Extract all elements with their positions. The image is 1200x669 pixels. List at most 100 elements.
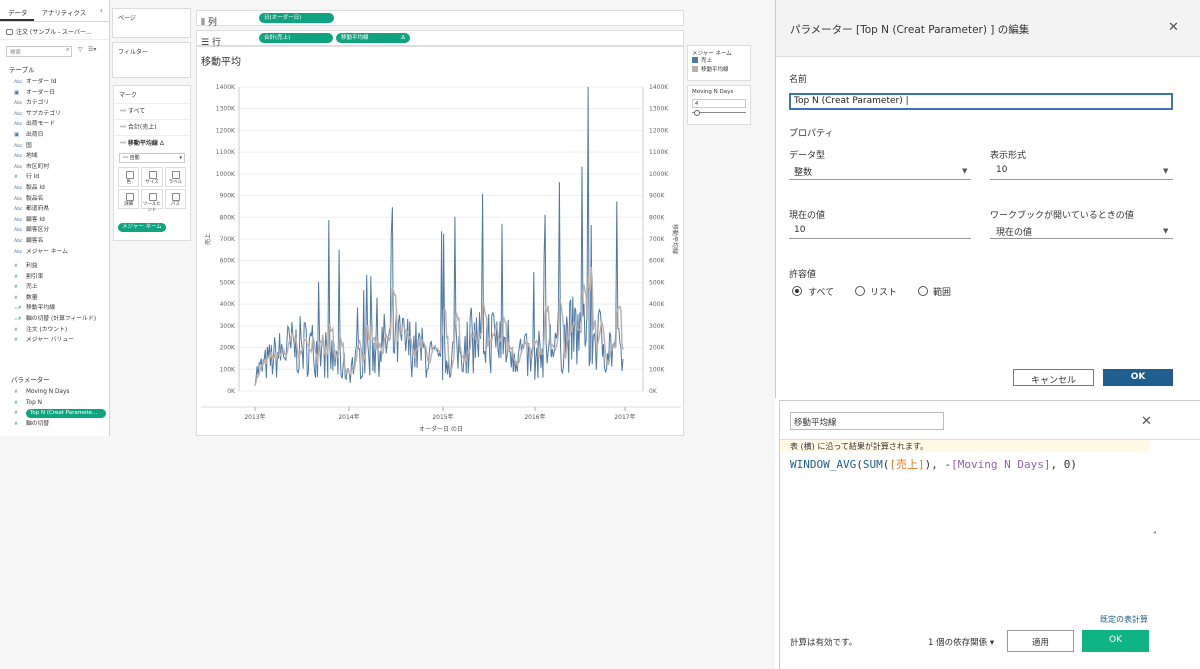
- field-item[interactable]: Abc サブカテゴリ: [0, 109, 109, 120]
- rows-shelf[interactable]: ☰ 行 合計(売上) 移動平均線 Δ: [196, 30, 684, 48]
- radio-list-label[interactable]: リスト: [870, 285, 897, 298]
- field-item[interactable]: Abc 地域: [0, 151, 109, 162]
- string-type-icon: Abc: [14, 196, 23, 202]
- chevron-down-icon[interactable]: ▼: [1163, 167, 1168, 175]
- field-item[interactable]: # 数量: [0, 293, 109, 304]
- field-item[interactable]: Abc 都道府県: [0, 204, 109, 215]
- y2-tick-label: 900K: [649, 193, 665, 200]
- radio-all-label[interactable]: すべて: [808, 285, 834, 298]
- line-chart[interactable]: 0K 0K 100K 100K 200K 200K 300K 300K 400K 400K 500K…: [197, 47, 685, 437]
- field-item[interactable]: Abc 顧客名: [0, 236, 109, 247]
- marks-all[interactable]: 〰 すべて: [114, 103, 190, 119]
- collapse-icon[interactable]: ‹: [100, 0, 109, 21]
- tab-data[interactable]: データ: [0, 0, 34, 21]
- field-item[interactable]: # 注文 (カウント): [0, 325, 109, 336]
- delta-icon: Δ: [401, 35, 405, 41]
- row-pill-sum-sales[interactable]: 合計(売上): [259, 33, 333, 43]
- formula-editor[interactable]: WINDOW_AVG(SUM([売上]), -[Moving N Days], …: [790, 456, 1077, 472]
- legend-item-sales[interactable]: 売上: [692, 57, 746, 66]
- calc-ok-button[interactable]: OK: [1082, 630, 1149, 652]
- x-tick-label: 2017年: [614, 413, 635, 421]
- close-icon[interactable]: ✕: [1141, 415, 1152, 428]
- dependencies-dropdown[interactable]: 1 個の依存関係 ▾: [928, 636, 994, 648]
- field-item[interactable]: Abc 製品 Id: [0, 183, 109, 194]
- field-item[interactable]: Abc 国: [0, 141, 109, 152]
- detail-button[interactable]: 詳細: [118, 189, 140, 209]
- parameter-item[interactable]: # Top N: [0, 398, 110, 409]
- resize-handle-icon[interactable]: ◂: [1153, 529, 1156, 536]
- field-item[interactable]: Abc 出荷モード: [0, 119, 109, 130]
- name-input[interactable]: Top N (Creat Parameter) |: [789, 93, 1173, 110]
- pages-shelf[interactable]: ページ: [112, 8, 191, 38]
- tab-analytics[interactable]: アナリティクス: [34, 0, 93, 21]
- field-item[interactable]: Abc メジャー ネーム: [0, 247, 109, 258]
- measure-names-pill[interactable]: メジャー ネーム: [118, 223, 166, 232]
- cancel-button[interactable]: キャンセル: [1013, 369, 1094, 386]
- workbook-open-value[interactable]: 現在の値: [996, 225, 1032, 238]
- marks-card: マーク 〰 すべて 〰 合計(売上) 〰 移動平均線 Δ 〰 自動 ▾ 色 サイズ…: [113, 85, 191, 241]
- tooltip-button[interactable]: ツールヒント: [141, 189, 163, 213]
- field-label: 顧客区分: [26, 227, 50, 234]
- column-pill-order-date[interactable]: 日(オーダー日): [259, 13, 334, 23]
- field-item[interactable]: ▣ 出荷日: [0, 130, 109, 141]
- y2-tick-label: 1000K: [649, 171, 669, 178]
- marks-color-pill[interactable]: メジャー ネーム: [118, 213, 186, 232]
- field-item[interactable]: Abc オーダー Id: [0, 77, 109, 88]
- parameter-item[interactable]: # 軸の切替: [0, 419, 110, 430]
- parameter-item[interactable]: # Moving N Days: [0, 387, 110, 398]
- radio-range-label[interactable]: 範囲: [933, 285, 951, 298]
- number-type-icon: #: [14, 285, 18, 291]
- y-tick-label: 1300K: [216, 106, 236, 113]
- calc-name-input[interactable]: 移動平均線: [790, 412, 944, 430]
- search-icon[interactable]: ⌕: [66, 46, 69, 54]
- parameter-icon: #: [14, 400, 18, 406]
- field-item[interactable]: # メジャー バリュー: [0, 335, 109, 346]
- current-value-input[interactable]: 10: [794, 225, 805, 235]
- parameter-slider[interactable]: [692, 110, 746, 116]
- field-item[interactable]: Abc 顧客 Id: [0, 215, 109, 226]
- default-table-calc-link[interactable]: 既定の表計算: [1100, 614, 1148, 625]
- size-button[interactable]: サイズ: [141, 167, 163, 187]
- search-input[interactable]: 検索: [6, 46, 72, 57]
- field-item[interactable]: # 割引率: [0, 272, 109, 283]
- field-item[interactable]: # 利益: [0, 261, 109, 272]
- field-item[interactable]: # 売上: [0, 282, 109, 293]
- field-item[interactable]: ▣ オーダー日: [0, 88, 109, 99]
- color-button[interactable]: 色: [118, 167, 140, 187]
- datasource-item[interactable]: 注文 (サンプル - スーパー...: [0, 22, 109, 40]
- columns-shelf[interactable]: ⦀ 列 日(オーダー日): [196, 10, 684, 28]
- mark-type-select[interactable]: 〰 自動 ▾: [119, 153, 185, 163]
- close-icon[interactable]: ✕: [1168, 21, 1179, 34]
- radio-range[interactable]: [918, 286, 928, 296]
- parameter-value-input[interactable]: 4: [692, 99, 746, 108]
- filters-shelf[interactable]: フィルター: [112, 42, 191, 78]
- filter-icon[interactable]: ▽: [78, 46, 83, 53]
- marks-title: マーク: [119, 92, 138, 99]
- list-view-icon[interactable]: ☰▾: [88, 46, 96, 53]
- field-item[interactable]: Abc 顧客区分: [0, 225, 109, 236]
- field-item[interactable]: Abc カテゴリ: [0, 98, 109, 109]
- filters-label: フィルター: [118, 49, 148, 56]
- field-item[interactable]: Abc 市区町村: [0, 162, 109, 173]
- radio-list[interactable]: [855, 286, 865, 296]
- path-button[interactable]: パス: [164, 189, 186, 209]
- row-pill-moving-avg[interactable]: 移動平均線 Δ: [336, 33, 410, 43]
- field-item[interactable]: =# 軸の切替 (計算フィールド): [0, 314, 109, 325]
- marks-moving-avg[interactable]: 〰 移動平均線 Δ: [114, 135, 190, 151]
- field-item[interactable]: Abc 製品名: [0, 194, 109, 205]
- datatype-value[interactable]: 整数: [794, 165, 812, 178]
- field-label: オーダー Id: [26, 79, 57, 85]
- ok-button[interactable]: OK: [1103, 369, 1173, 386]
- legend-item-moving-avg[interactable]: 移動平均線: [692, 66, 746, 75]
- chevron-down-icon[interactable]: ▼: [962, 167, 967, 175]
- display-format-value[interactable]: 10: [996, 165, 1007, 175]
- label-button[interactable]: ラベル: [164, 167, 186, 187]
- marks-sum-sales[interactable]: 〰 合計(売上): [114, 119, 190, 135]
- chevron-down-icon[interactable]: ▼: [1163, 227, 1168, 235]
- field-item[interactable]: # 行 Id: [0, 172, 109, 183]
- radio-all[interactable]: [792, 286, 802, 296]
- apply-button[interactable]: 適用: [1007, 630, 1074, 652]
- field-item[interactable]: =# 移動平均線: [0, 303, 109, 314]
- row-pill-moving-avg-label: 移動平均線: [341, 35, 369, 41]
- parameter-item[interactable]: # Top N (Creat Paramete...: [0, 408, 110, 419]
